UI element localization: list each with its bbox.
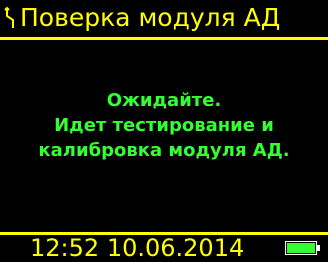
clock-date: 10.06.2014 [106,234,245,262]
status-bar: 12:52 10.06.2014 [0,232,328,261]
message-line-calibration: калибровка модуля АД. [38,140,290,161]
title-bar: Поверка модуля АД [0,0,328,40]
page-title: Поверка модуля АД [20,3,281,32]
device-screen: Поверка модуля АД Ожидайте. Идет тестиро… [0,0,328,261]
status-message: Ожидайте. Идет тестирование и калибровка… [0,88,328,163]
clock-time: 12:52 [30,234,100,262]
tool-icon [3,6,17,30]
battery-icon [285,241,321,255]
datetime: 12:52 10.06.2014 [30,235,244,261]
message-line-testing: Идет тестирование и [54,115,274,136]
message-line-wait: Ожидайте. [106,90,222,111]
